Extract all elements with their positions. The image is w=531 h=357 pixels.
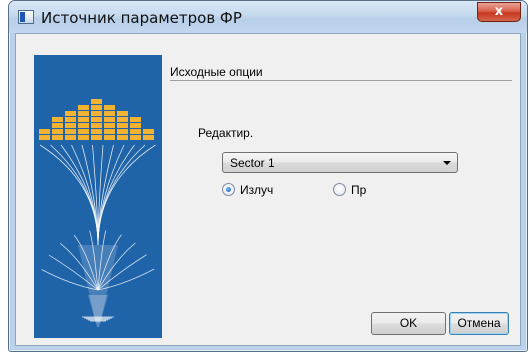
antenna-element [52, 129, 63, 134]
antenna-element [117, 135, 128, 140]
antenna-element [65, 135, 76, 140]
antenna-element [91, 99, 102, 104]
antenna-element [52, 123, 63, 128]
radio-receive-label[interactable]: Пр [351, 183, 366, 197]
antenna-element [91, 105, 102, 110]
close-icon: x [494, 4, 504, 19]
chevron-down-icon[interactable] [443, 161, 451, 165]
antenna-element [130, 135, 141, 140]
beam-line [60, 144, 99, 246]
antenna-element [117, 117, 128, 122]
antenna-element [91, 135, 102, 140]
antenna-element [143, 135, 154, 140]
section-divider [170, 80, 512, 81]
dialog-client-area: Исходные опции Редактир. Sector 1 Излуч … [15, 33, 521, 346]
antenna-element [91, 111, 102, 116]
radio-emit-circle[interactable] [222, 183, 235, 196]
beam-line [81, 144, 99, 246]
antenna-element [65, 111, 76, 116]
antenna-element [130, 123, 141, 128]
dialog-window: Источник параметров ФР x Исходные опции … [8, 0, 528, 352]
radio-receive-circle[interactable] [333, 183, 346, 196]
combobox-value: Sector 1 [230, 156, 275, 170]
antenna-element [130, 117, 141, 122]
antenna-element [91, 117, 102, 122]
antenna-element [104, 135, 115, 140]
antenna-element [91, 129, 102, 134]
antenna-element [65, 123, 76, 128]
antenna-element [117, 123, 128, 128]
app-window-icon [18, 10, 34, 24]
edit-label: Редактир. [198, 126, 254, 140]
antenna-element [39, 129, 50, 134]
radio-emit-label[interactable]: Излуч [240, 183, 273, 197]
antenna-element [78, 129, 89, 134]
title-bar[interactable]: Источник параметров ФР x [9, 1, 527, 33]
cancel-button[interactable]: Отмена [449, 312, 509, 335]
antenna-element [117, 129, 128, 134]
antenna-element [91, 123, 102, 128]
antenna-element [104, 123, 115, 128]
antenna-element [65, 129, 76, 134]
antenna-beam-illustration [34, 55, 162, 338]
antenna-element [104, 129, 115, 134]
antenna-element [65, 117, 76, 122]
antenna-element [78, 117, 89, 122]
antenna-element [39, 135, 50, 140]
close-button[interactable]: x [477, 2, 521, 22]
antenna-element [143, 129, 154, 134]
antenna-element [78, 123, 89, 128]
antenna-element [104, 111, 115, 116]
antenna-element [78, 111, 89, 116]
ok-button[interactable]: OK [371, 312, 446, 335]
antenna-element [78, 135, 89, 140]
antenna-element [52, 135, 63, 140]
antenna-element [104, 105, 115, 110]
beam-line [97, 144, 135, 246]
banner-graphic [39, 99, 156, 327]
antenna-element [78, 105, 89, 110]
window-title: Источник параметров ФР [41, 9, 242, 27]
antenna-element [52, 117, 63, 122]
antenna-element [104, 117, 115, 122]
beam-line [97, 144, 114, 246]
sector-combobox[interactable]: Sector 1 [222, 152, 458, 173]
antenna-element [130, 129, 141, 134]
beam-cone [88, 295, 108, 327]
antenna-element [117, 111, 128, 116]
section-header: Исходные опции [170, 65, 263, 79]
